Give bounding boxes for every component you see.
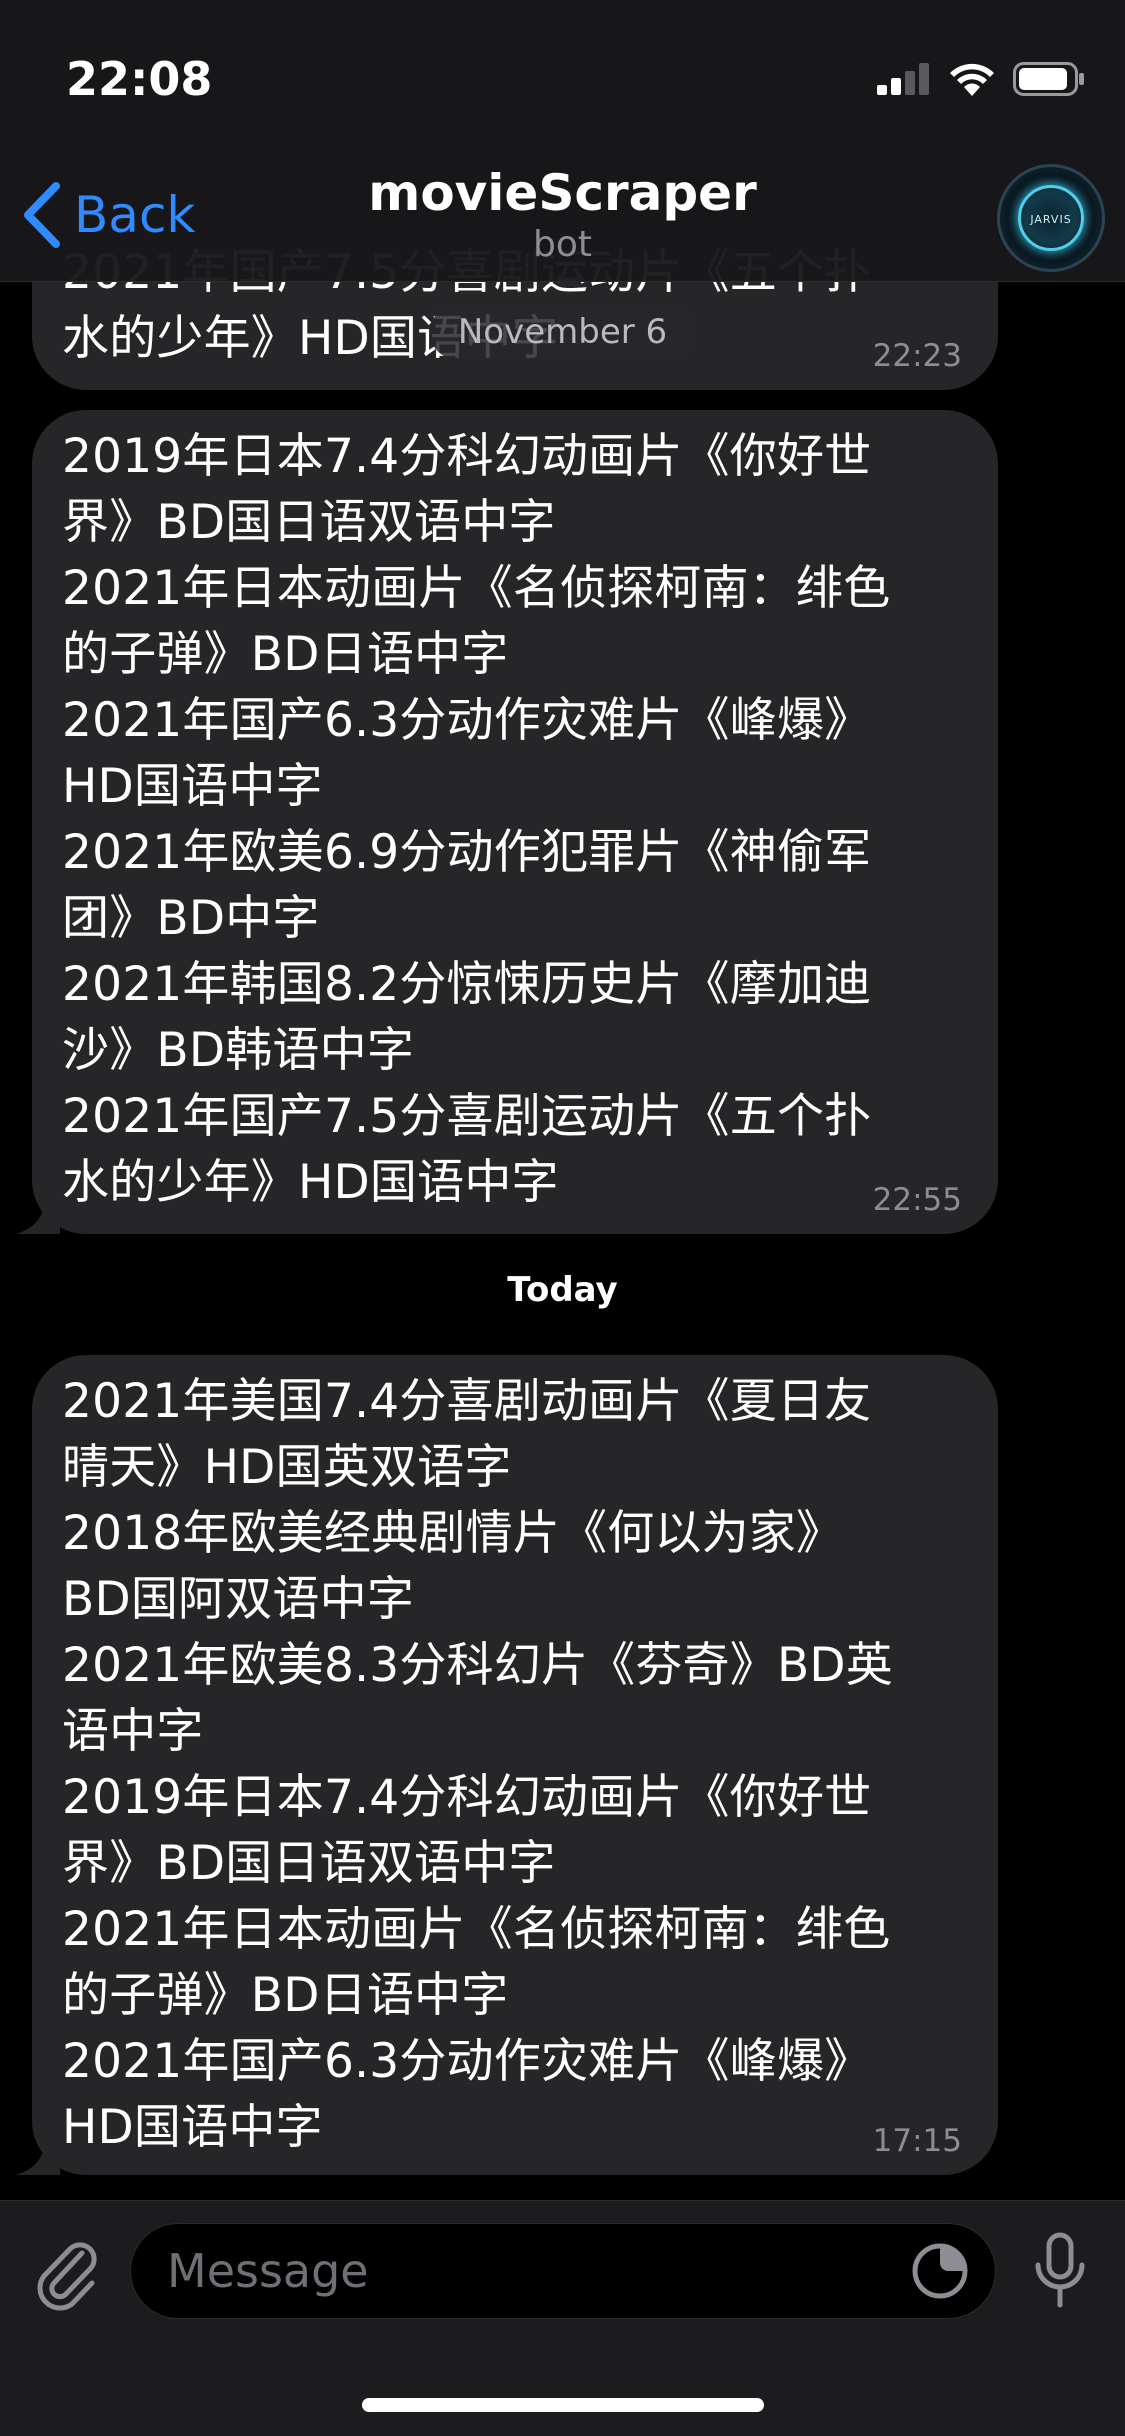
battery-icon: [1013, 62, 1084, 96]
message-line: 2021年欧美8.3分科幻片《芬奇》BD英: [62, 1638, 893, 1693]
bubble-tail-icon: [16, 1194, 60, 1234]
message-line: 2021年国产6.3分动作灾难片《峰爆》: [62, 693, 872, 748]
message-line: 2021年国产6.3分动作灾难片《峰爆》: [62, 2034, 872, 2089]
avatar-text: JARVIS: [1030, 213, 1072, 226]
message-line: 2018年欧美经典剧情片《何以为家》: [62, 1506, 844, 1561]
message-text: 2019年日本7.4分科幻动画片《你好世 界》BD国日语双语中字 2021年日本…: [62, 424, 958, 1216]
message-line: 2019年日本7.4分科幻动画片《你好世: [62, 1770, 872, 1825]
message-line: HD国语中字: [62, 2100, 323, 2155]
message-line: 团》BD中字: [62, 891, 320, 946]
message-line: 的子弹》BD日语中字: [62, 1968, 509, 2023]
date-separator: Today: [0, 1262, 1125, 1318]
message-line: 界》BD国日语双语中字: [62, 1836, 556, 1891]
floating-date-label: November 6: [429, 304, 696, 360]
home-indicator: [362, 2398, 764, 2412]
message-input-bar: [0, 2200, 1125, 2436]
message-input[interactable]: [130, 2223, 996, 2319]
message-line: 的子弹》BD日语中字: [62, 627, 509, 682]
signal-icon: [877, 63, 929, 95]
chat-screen: 2021年国产7.5分喜剧运动片《五个扑 水的少年》HD国语中字 22:23 N…: [0, 0, 1125, 2436]
message-bubble[interactable]: 2019年日本7.4分科幻动画片《你好世 界》BD国日语双语中字 2021年日本…: [16, 410, 998, 1234]
message-bubble[interactable]: 2021年美国7.4分喜剧动画片《夏日友 晴天》HD国英双语字 2018年欧美经…: [16, 1355, 998, 2175]
message-line: BD国阿双语中字: [62, 1572, 415, 1627]
message-line: HD国语中字: [62, 759, 323, 814]
chat-subtitle: bot: [533, 224, 592, 265]
message-list[interactable]: 2021年国产7.5分喜剧运动片《五个扑 水的少年》HD国语中字 22:23 N…: [0, 0, 1125, 2200]
message-time: 22:55: [872, 1182, 962, 1218]
chat-title: movieScraper: [368, 164, 757, 222]
message-line: 2021年日本动画片《名侦探柯南：绯色: [62, 561, 891, 616]
bot-avatar[interactable]: JARVIS: [997, 164, 1105, 272]
message-line: 2021年韩国8.2分惊悚历史片《摩加迪: [62, 957, 872, 1012]
mic-icon[interactable]: [1030, 2231, 1090, 2311]
message-line: 语中字: [62, 1704, 204, 1759]
message-line: 2021年美国7.4分喜剧动画片《夏日友: [62, 1374, 872, 1429]
message-time: 17:15: [872, 2123, 962, 2159]
message-text: 2021年美国7.4分喜剧动画片《夏日友 晴天》HD国英双语字 2018年欧美经…: [62, 1369, 958, 2161]
floating-date-header: November 6: [0, 304, 1125, 360]
wifi-icon: [950, 63, 994, 96]
chat-header: 22:08 Back movieScraper bot JARVIS: [0, 0, 1125, 282]
message-line: 2019年日本7.4分科幻动画片《你好世: [62, 429, 872, 484]
message-line: 2021年国产7.5分喜剧运动片《五个扑: [62, 1089, 872, 1144]
message-line: 沙》BD韩语中字: [62, 1023, 415, 1078]
sticker-icon[interactable]: [910, 2241, 970, 2301]
status-icons: [877, 62, 1085, 96]
message-line: 水的少年》HD国语中字: [62, 1155, 559, 1210]
message-line: 2021年欧美6.9分动作犯罪片《神偷军: [62, 825, 872, 880]
message-line: 2021年日本动画片《名侦探柯南：绯色: [62, 1902, 891, 1957]
date-separator-label: Today: [507, 1270, 618, 1310]
message-line: 晴天》HD国英双语字: [62, 1440, 512, 1495]
chat-title-block[interactable]: movieScraper bot: [0, 164, 1125, 265]
message-line: 界》BD国日语双语中字: [62, 495, 556, 550]
bubble-tail-icon: [16, 2135, 60, 2175]
attach-icon[interactable]: [30, 2231, 100, 2311]
status-time: 22:08: [66, 52, 213, 106]
